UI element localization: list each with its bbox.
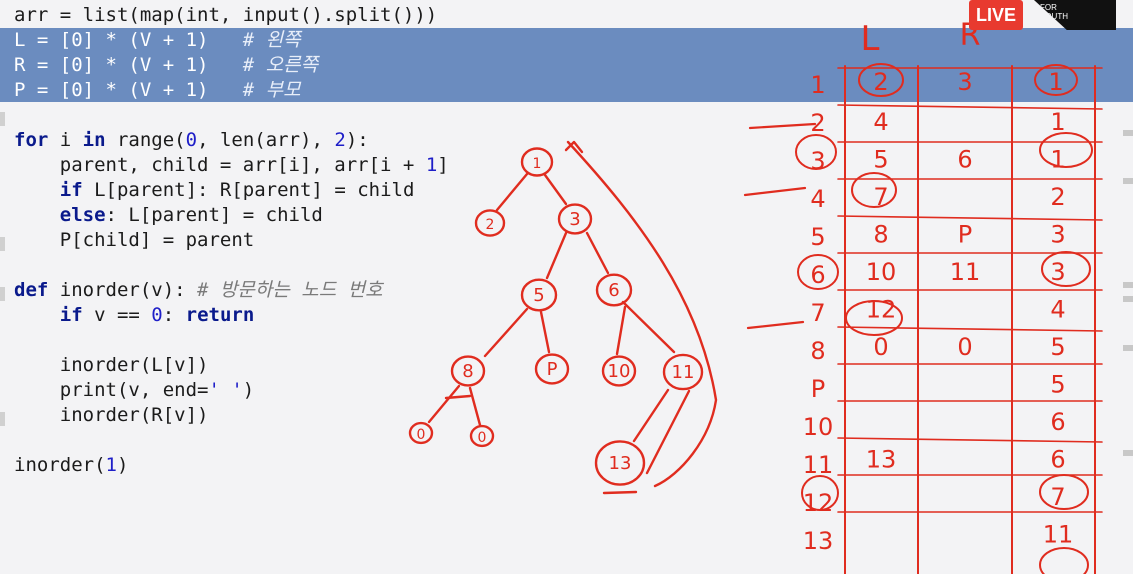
code-token: P[child] = parent — [14, 229, 255, 251]
code-line-6[interactable]: for i in range(0, len(arr), 2): — [14, 128, 369, 153]
code-token: arr = list(map(int, input().split())) — [14, 4, 438, 26]
code-token: inorder(R[v]) — [14, 404, 209, 426]
code-line-19[interactable]: inorder(1) — [14, 453, 128, 478]
code-token: 1 — [105, 454, 117, 476]
code-token: inorder(v): — [48, 279, 198, 301]
code-token: ) — [242, 379, 255, 401]
code-token: if — [59, 304, 83, 326]
code-token: , len(arr), — [197, 129, 335, 151]
code-token: L = [0] * (V + 1) — [14, 29, 243, 51]
scrollbar-marker[interactable] — [1123, 130, 1133, 136]
code-token: 0 — [185, 129, 198, 151]
code-line-7[interactable]: parent, child = arr[i], arr[i + 1] — [14, 153, 449, 178]
scrollbar-marker[interactable] — [1123, 450, 1133, 456]
code-token: L[parent]: R[parent] = child — [82, 179, 415, 201]
scrollbar-marker[interactable] — [1123, 282, 1133, 288]
code-token: ' ' — [208, 379, 243, 401]
code-token: in — [82, 129, 106, 151]
code-line-10[interactable]: P[child] = parent — [14, 228, 254, 253]
code-token: # 왼쪽 — [242, 29, 301, 51]
live-badge: LIVE — [969, 0, 1023, 30]
code-line-12[interactable]: def inorder(v): # 방문하는 노드 번호 — [14, 278, 383, 303]
code-line-2[interactable]: L = [0] * (V + 1) # 왼쪽 — [14, 28, 301, 53]
code-token: 1 — [425, 154, 438, 176]
brand-line: FOR — [1040, 3, 1057, 12]
code-line-8[interactable]: if L[parent]: R[parent] = child — [14, 178, 415, 203]
fold-marker[interactable] — [0, 412, 5, 426]
code-token: ): — [345, 129, 369, 151]
scrollbar-marker[interactable] — [1123, 178, 1133, 184]
code-token: else — [59, 204, 106, 226]
code-token: : — [162, 304, 186, 326]
code-token: parent, child = arr[i], arr[i + — [14, 154, 426, 176]
code-token: print(v, end= — [14, 379, 209, 401]
code-token: # 오른쪽 — [242, 54, 319, 76]
fold-marker[interactable] — [0, 112, 5, 126]
code-line-1[interactable]: arr = list(map(int, input().split())) — [14, 3, 437, 28]
code-token: for — [14, 129, 49, 151]
fold-marker[interactable] — [0, 287, 5, 301]
code-token: v == — [82, 304, 152, 326]
code-token: if — [59, 179, 83, 201]
code-editor[interactable]: arr = list(map(int, input().split())) L =… — [0, 0, 1133, 574]
scrollbar-marker[interactable] — [1123, 345, 1133, 351]
code-token: # 방문하는 노드 번호 — [197, 279, 383, 301]
code-token: R = [0] * (V + 1) — [14, 54, 243, 76]
code-token: inorder( — [14, 454, 106, 476]
code-token: i — [48, 129, 83, 151]
code-token: def — [14, 279, 49, 301]
code-line-15[interactable]: inorder(L[v]) — [14, 353, 209, 378]
code-line-16[interactable]: print(v, end=' ') — [14, 378, 255, 403]
scrollbar-marker[interactable] — [1123, 296, 1133, 302]
code-line-13[interactable]: if v == 0: return — [14, 303, 255, 328]
code-token: P = [0] * (V + 1) — [14, 79, 243, 101]
code-line-17[interactable]: inorder(R[v]) — [14, 403, 209, 428]
code-token: ) — [116, 454, 129, 476]
code-token: 0 — [151, 304, 163, 326]
code-token: ] — [437, 154, 449, 176]
code-token: 2 — [334, 129, 346, 151]
fold-marker[interactable] — [0, 237, 5, 251]
code-line-3[interactable]: R = [0] * (V + 1) # 오른쪽 — [14, 53, 318, 78]
code-token: # 부모 — [242, 79, 301, 101]
code-token: range( — [105, 129, 186, 151]
code-line-9[interactable]: else: L[parent] = child — [14, 203, 323, 228]
code-token: : L[parent] = child — [105, 204, 323, 226]
code-line-4[interactable]: P = [0] * (V + 1) # 부모 — [14, 78, 301, 103]
code-token: inorder(L[v]) — [14, 354, 209, 376]
code-token: return — [185, 304, 255, 326]
